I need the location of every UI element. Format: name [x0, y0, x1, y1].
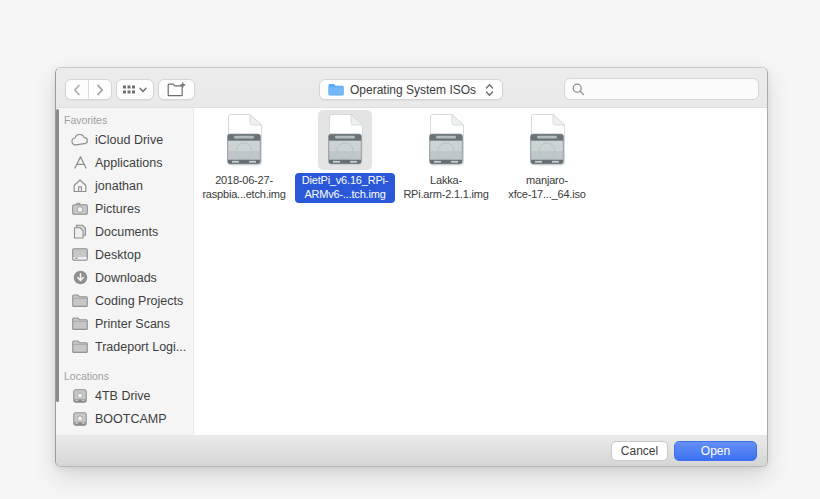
- internal-drive-icon: [73, 389, 87, 403]
- disk-image-file-icon: [528, 114, 566, 166]
- sidebar-item-4tb-drive[interactable]: 4TB Drive: [56, 384, 193, 407]
- sidebar-item-jonathan[interactable]: jonathan: [56, 174, 193, 197]
- applications-icon: [73, 155, 88, 170]
- folder-icon: [72, 317, 88, 330]
- nav-button-group: [65, 79, 112, 100]
- sidebar-item-downloads[interactable]: Downloads: [56, 266, 193, 289]
- open-file-dialog: Operating System ISOs Favorites iCloud D…: [55, 67, 768, 467]
- chevron-right-icon: [96, 84, 104, 96]
- internal-drive-icon: [73, 412, 87, 426]
- desktop-icon: [72, 248, 88, 261]
- cloud-icon: [71, 134, 89, 146]
- back-button[interactable]: [66, 80, 89, 99]
- sidebar-section-locations: Locations: [56, 364, 193, 384]
- new-folder-icon: [167, 82, 186, 97]
- camera-icon: [72, 202, 88, 215]
- search-icon: [572, 83, 585, 96]
- grid-view-icon: [123, 85, 135, 94]
- sidebar-item-bootcamp[interactable]: BOOTCAMP: [56, 407, 193, 430]
- search-field[interactable]: [564, 78, 759, 100]
- open-button[interactable]: Open: [674, 441, 757, 461]
- sidebar-scrollbar[interactable]: [56, 109, 59, 402]
- dialog-body: Favorites iCloud Drive Applications jona: [56, 108, 767, 435]
- disk-image-file-icon: [225, 114, 263, 166]
- file-label: Lakka-RPi.arm-2.1.1.img: [396, 173, 495, 203]
- view-options-button[interactable]: [116, 79, 154, 100]
- file-list-area: 2018-06-27-raspbia...etch.img DietPi_v6.…: [195, 108, 767, 435]
- disk-image-file-icon: [326, 114, 364, 166]
- file-item-raspbian[interactable]: 2018-06-27-raspbia...etch.img: [195, 110, 302, 203]
- document-icon: [73, 224, 87, 239]
- file-label: 2018-06-27-raspbia...etch.img: [195, 173, 292, 203]
- disk-image-file-icon: [427, 114, 465, 166]
- sidebar-item-tradeport[interactable]: Tradeport Logi...: [56, 335, 193, 358]
- sidebar-item-documents[interactable]: Documents: [56, 220, 193, 243]
- sidebar-item-printer-scans[interactable]: Printer Scans: [56, 312, 193, 335]
- file-item-manjaro[interactable]: manjaro-xfce-17..._64.iso: [489, 110, 605, 203]
- folder-icon: [72, 294, 88, 307]
- sidebar-item-pictures[interactable]: Pictures: [56, 197, 193, 220]
- folder-icon: [72, 340, 88, 353]
- file-item-lakka[interactable]: Lakka-RPi.arm-2.1.1.img: [388, 110, 504, 203]
- sidebar-item-applications[interactable]: Applications: [56, 151, 193, 174]
- file-item-dietpi[interactable]: DietPi_v6.16_RPi-ARMv6-...tch.img: [287, 110, 403, 203]
- sidebar-item-desktop[interactable]: Desktop: [56, 243, 193, 266]
- downloads-icon: [73, 270, 88, 285]
- chevron-down-icon: [139, 87, 147, 93]
- sidebar-item-icloud-drive[interactable]: iCloud Drive: [56, 128, 193, 151]
- path-dropdown[interactable]: Operating System ISOs: [319, 79, 503, 100]
- file-label-selected: DietPi_v6.16_RPi-ARMv6-...tch.img: [295, 173, 395, 203]
- folder-blue-icon: [328, 83, 344, 96]
- dialog-toolbar: Operating System ISOs: [56, 68, 767, 108]
- forward-button[interactable]: [89, 80, 112, 99]
- sidebar: Favorites iCloud Drive Applications jona: [56, 108, 194, 435]
- path-dropdown-label: Operating System ISOs: [350, 83, 479, 97]
- home-icon: [72, 178, 88, 193]
- stepper-arrows-icon: [485, 83, 494, 97]
- chevron-left-icon: [73, 84, 81, 96]
- file-label: manjaro-xfce-17..._64.iso: [501, 173, 592, 203]
- sidebar-item-coding-projects[interactable]: Coding Projects: [56, 289, 193, 312]
- dialog-footer: Cancel Open: [56, 435, 767, 466]
- cancel-button[interactable]: Cancel: [611, 441, 668, 461]
- sidebar-section-favorites: Favorites: [56, 108, 193, 128]
- new-folder-button[interactable]: [158, 79, 195, 100]
